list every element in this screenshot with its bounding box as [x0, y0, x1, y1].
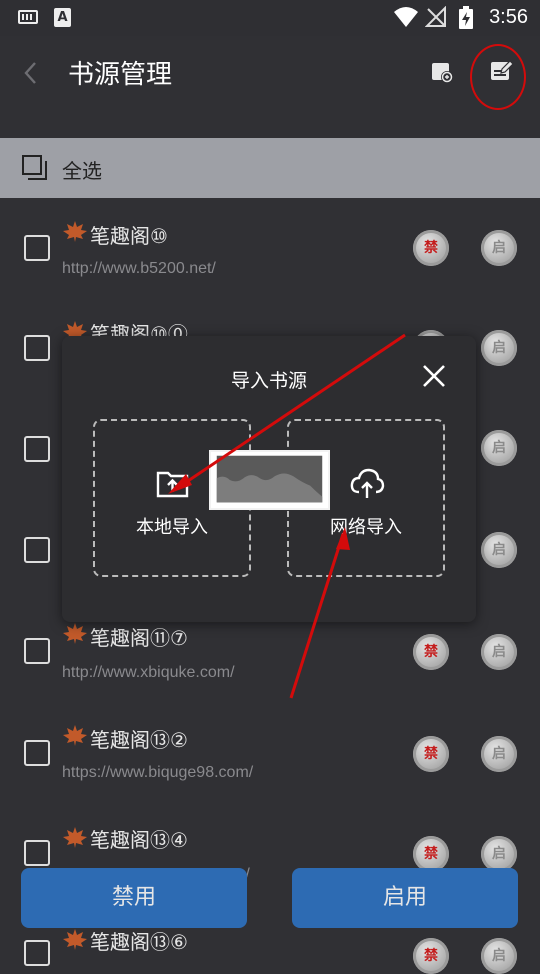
disable-badge[interactable]: 禁 [413, 938, 449, 974]
source-url: http://www.xbiquke.com/ [62, 664, 235, 681]
enable-badge[interactable]: 启 [481, 330, 517, 366]
local-import-label: 本地导入 [136, 517, 208, 538]
source-url: https://www.biquge98.com/ [62, 764, 254, 781]
disable-badge[interactable]: 禁 [413, 634, 449, 670]
folder-upload-icon [156, 471, 189, 498]
disable-badge[interactable]: 禁 [413, 230, 449, 266]
close-icon[interactable] [420, 362, 448, 390]
maple-leaf-icon [63, 221, 87, 242]
row-checkbox[interactable] [24, 235, 50, 261]
source-name: 笔趣阁⑬⑥ [90, 930, 188, 954]
source-url: http://www.b5200.net/ [62, 260, 216, 277]
no-signal-icon [425, 6, 446, 27]
page-title: 书源管理 [68, 60, 173, 90]
row-checkbox[interactable] [24, 940, 50, 966]
embedded-thumbnail-image [209, 450, 330, 510]
maple-leaf-icon [63, 929, 87, 950]
battery-charging-icon [459, 6, 473, 29]
disable-button[interactable]: 禁用 [21, 868, 247, 928]
row-checkbox[interactable] [24, 537, 50, 563]
row-checkbox[interactable] [24, 638, 50, 664]
annotation-circle [470, 44, 526, 110]
enable-badge[interactable]: 启 [481, 736, 517, 772]
enable-badge[interactable]: 启 [481, 430, 517, 466]
disable-badge[interactable]: 禁 [413, 836, 449, 872]
maple-leaf-icon [63, 623, 87, 644]
row-checkbox[interactable] [24, 436, 50, 462]
source-name: 笔趣阁⑩ [90, 224, 168, 248]
maple-leaf-icon [63, 827, 87, 848]
source-name: 笔趣阁⑬② [90, 728, 188, 752]
source-row[interactable]: 笔趣阁⑩ http://www.b5200.net/ 禁 启 [0, 198, 540, 298]
select-all-bar[interactable]: 全选 [0, 138, 540, 198]
keyboard-icon [18, 10, 38, 24]
network-import-label: 网络导入 [330, 517, 402, 538]
clock: 3:56 [489, 6, 528, 28]
cloud-upload-icon [350, 468, 385, 498]
app-bar: 书源管理 [0, 36, 540, 138]
back-arrow-icon[interactable] [16, 58, 46, 88]
disable-badge[interactable]: 禁 [413, 736, 449, 772]
enable-button[interactable]: 启用 [292, 868, 518, 928]
row-checkbox[interactable] [24, 740, 50, 766]
maple-leaf-icon [63, 725, 87, 746]
import-icon[interactable] [430, 60, 454, 84]
enable-badge[interactable]: 启 [481, 836, 517, 872]
enable-badge[interactable]: 启 [481, 634, 517, 670]
select-all-icon[interactable] [22, 155, 48, 181]
enable-badge[interactable]: 启 [481, 532, 517, 568]
source-name: 笔趣阁⑪⑦ [90, 626, 188, 650]
dialog-title: 导入书源 [230, 370, 307, 392]
source-name: 笔趣阁⑬④ [90, 828, 188, 852]
enable-badge[interactable]: 启 [481, 938, 517, 974]
select-all-label: 全选 [62, 159, 102, 183]
status-bar: A 3:56 [0, 0, 540, 36]
app-notification-icon: A [54, 8, 71, 27]
enable-badge[interactable]: 启 [481, 230, 517, 266]
source-row[interactable]: 笔趣阁⑬② https://www.biquge98.com/ 禁 启 [0, 698, 540, 798]
row-checkbox[interactable] [24, 335, 50, 361]
row-checkbox[interactable] [24, 840, 50, 866]
wifi-icon [394, 7, 418, 27]
